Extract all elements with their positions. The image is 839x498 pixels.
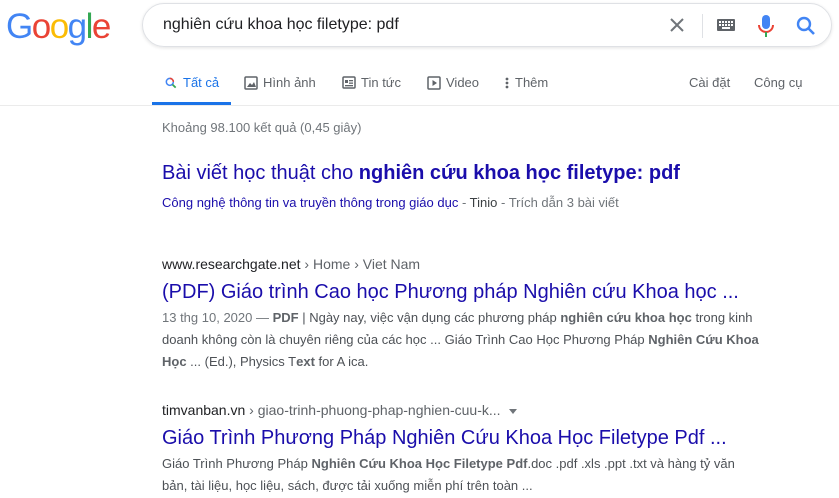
close-icon[interactable] — [665, 13, 689, 37]
file-type-badge: PDF — [272, 310, 299, 325]
divider — [702, 14, 703, 38]
active-tab-indicator — [152, 102, 231, 105]
settings-link[interactable]: Cài đặt — [689, 75, 730, 90]
search-result: www.researchgate.net › Home › Viet Nam (… — [162, 255, 762, 373]
result-title-link[interactable]: (PDF) Giáo trình Cao học Phương pháp Ngh… — [162, 279, 762, 305]
scholar-title-link[interactable]: Bài viết học thuật cho nghiên cứu khoa h… — [162, 162, 680, 185]
result-title-link[interactable]: Giáo Trình Phương Pháp Nghiên Cứu Khoa H… — [162, 425, 762, 451]
logo-letter: g — [67, 7, 87, 46]
chevron-down-icon[interactable] — [508, 408, 517, 414]
snippet-text: for A ica. — [314, 354, 369, 369]
search-box[interactable]: nghiên cứu khoa học filetype: pdf — [142, 3, 832, 47]
scholar-subline: Công nghệ thông tin va truyền thông tron… — [162, 195, 619, 210]
result-url[interactable]: www.researchgate.net › Home › Viet Nam — [162, 255, 762, 273]
snippet-text: | Ngày nay, việc vận dụng các phương phá… — [298, 310, 561, 325]
result-snippet: Giáo Trình Phương Pháp Nghiên Cứu Khoa H… — [162, 453, 762, 497]
tools-label: Công cụ — [754, 75, 803, 90]
tab-video[interactable]: Video — [427, 75, 479, 90]
result-snippet: 13 thg 10, 2020 — PDF | Ngày nay, việc v… — [162, 307, 762, 373]
scholar-author: Tinio — [469, 195, 498, 210]
result-stats: Khoảng 98.100 kết quả (0,45 giây) — [162, 120, 362, 135]
logo-letter: G — [6, 7, 33, 46]
news-icon — [342, 76, 356, 89]
tab-news[interactable]: Tin tức — [342, 75, 401, 90]
scholar-article-link[interactable]: Công nghệ thông tin va truyền thông tron… — [162, 195, 458, 210]
snippet-text: ... (Ed.), Physics T — [186, 354, 297, 369]
keyboard-icon[interactable] — [716, 17, 736, 33]
microphone-icon[interactable] — [755, 13, 777, 39]
snippet-highlight: ext — [296, 354, 315, 369]
search-result: timvanban.vn › giao-trinh-phuong-phap-ng… — [162, 401, 762, 497]
more-vertical-icon — [505, 77, 509, 88]
tools-link[interactable]: Công cụ — [754, 75, 802, 90]
result-url[interactable]: timvanban.vn › giao-trinh-phuong-phap-ng… — [162, 401, 762, 419]
search-icon — [165, 77, 177, 88]
tab-news-label: Tin tức — [361, 75, 402, 90]
google-logo[interactable]: Google — [6, 7, 111, 47]
scholar-title-prefix: Bài viết học thuật cho — [162, 162, 359, 184]
logo-letter: o — [49, 7, 69, 46]
search-tabs: Tất cả Hình ảnh Tin tức Video Thêm Cài đ — [0, 55, 839, 106]
snippet-text: Giáo Trình Phương Pháp — [162, 456, 312, 471]
logo-letter: e — [91, 7, 111, 46]
tab-video-label: Video — [446, 75, 480, 90]
separator: - — [458, 195, 470, 210]
result-domain: timvanban.vn — [162, 402, 246, 418]
tab-more[interactable]: Thêm — [504, 75, 548, 90]
tab-all-label: Tất cả — [183, 75, 220, 90]
snippet-highlight: Nghiên Cứu Khoa Học Filetype Pdf — [311, 456, 528, 471]
tab-all[interactable]: Tất cả — [164, 75, 219, 90]
result-domain: www.researchgate.net — [162, 256, 301, 272]
scholar-title-query: nghiên cứu khoa học filetype: pdf — [358, 162, 680, 184]
result-breadcrumb: › giao-trinh-phuong-phap-nghien-cuu-k... — [245, 402, 501, 418]
result-date: 13 thg 10, 2020 — [162, 310, 253, 325]
settings-label: Cài đặt — [689, 75, 731, 90]
tab-images[interactable]: Hình ảnh — [244, 75, 316, 90]
search-icon[interactable] — [794, 14, 818, 38]
separator: - — [497, 195, 509, 210]
tab-images-label: Hình ảnh — [263, 75, 316, 90]
logo-letter: o — [31, 7, 51, 46]
tab-more-label: Thêm — [515, 75, 549, 90]
snippet-highlight: nghiên cứu khoa học — [560, 310, 692, 325]
separator: — — [252, 310, 273, 325]
search-input[interactable]: nghiên cứu khoa học filetype: pdf — [163, 16, 399, 34]
play-icon — [427, 75, 441, 90]
result-breadcrumb: › Home › Viet Nam — [300, 256, 421, 272]
image-icon — [244, 75, 258, 90]
scholar-cited[interactable]: Trích dẫn 3 bài viết — [509, 195, 619, 210]
